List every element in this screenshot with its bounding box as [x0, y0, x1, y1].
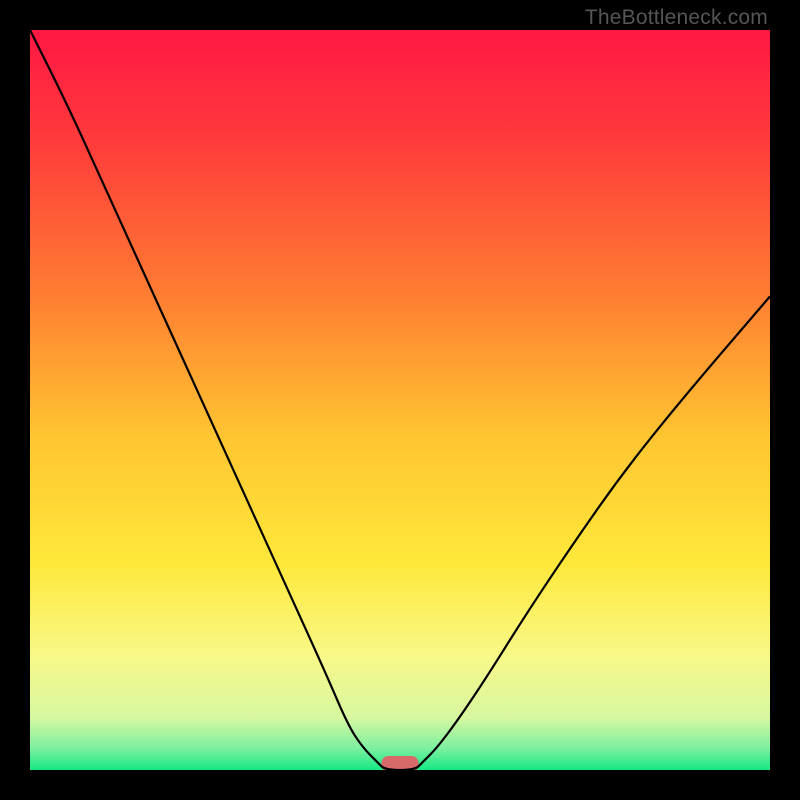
- watermark-text: TheBottleneck.com: [585, 6, 768, 30]
- plot-area: [30, 30, 770, 770]
- gradient-background: [30, 30, 770, 770]
- chart-frame: TheBottleneck.com: [0, 0, 800, 800]
- plot-svg: [30, 30, 770, 770]
